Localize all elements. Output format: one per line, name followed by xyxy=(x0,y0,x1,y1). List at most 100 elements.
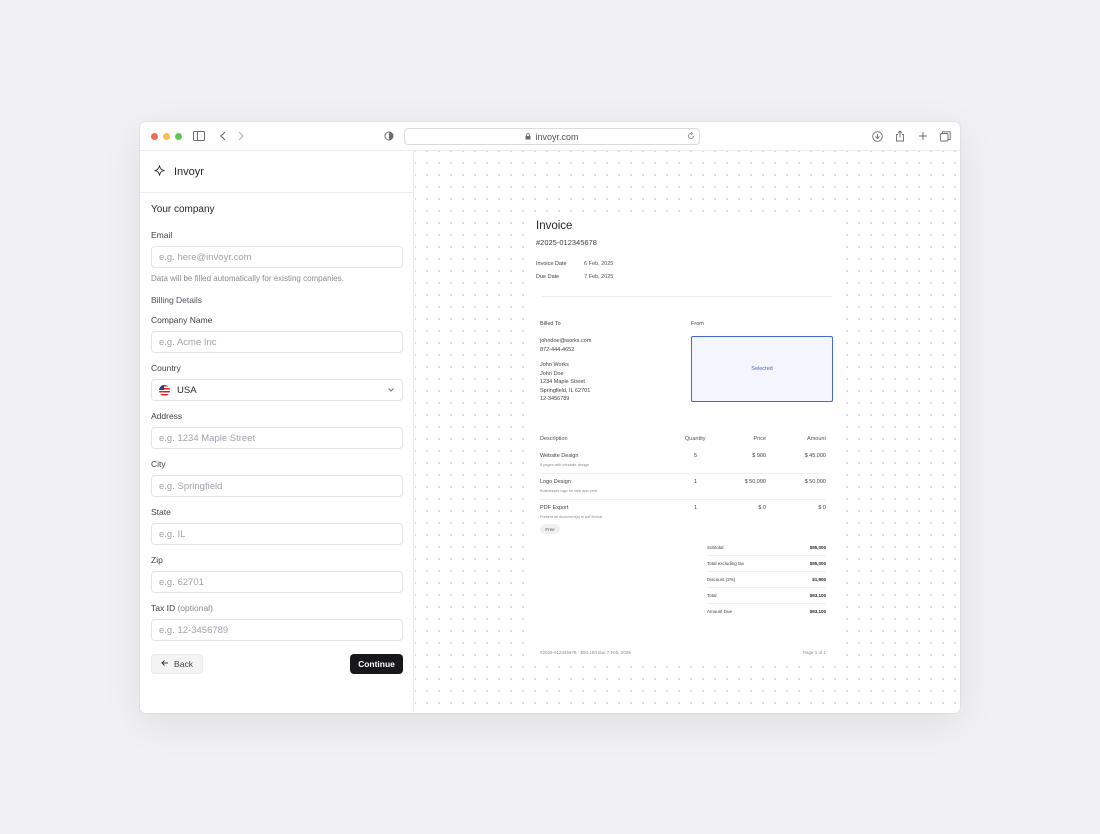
privacy-shield-icon[interactable] xyxy=(384,129,394,143)
browser-window: invoyr.com Invoyr Your company Email e.g… xyxy=(140,122,960,713)
url-text: invoyr.com xyxy=(535,131,579,142)
invoice-number: #2025-012345678 xyxy=(536,238,597,247)
billed-to-tax-id: 12-3456789 xyxy=(540,396,570,402)
item-quantity: 1 xyxy=(694,479,698,485)
billed-to-email: johndoe@works.com xyxy=(540,338,592,344)
city-field[interactable]: e.g. Springfield xyxy=(151,475,403,497)
tab-overview-icon[interactable] xyxy=(940,129,951,143)
item-name: Logo Design xyxy=(540,479,571,485)
maximize-window-button[interactable] xyxy=(175,133,182,140)
billed-to-city: Springfield, IL 62701 xyxy=(540,387,591,394)
continue-button[interactable]: Continue xyxy=(350,654,403,674)
state-label: State xyxy=(151,507,171,517)
item-name: PDF Export xyxy=(540,505,569,511)
item-amount: $ 45,000 xyxy=(804,453,826,459)
browser-toolbar: invoyr.com xyxy=(140,122,960,151)
divider xyxy=(542,296,832,297)
invoice-preview-canvas: Invoice #2025-012345678 Invoice Date 6 F… xyxy=(415,151,960,713)
discount-value: $1,900 xyxy=(812,577,826,582)
col-quantity: Quantity xyxy=(685,436,706,442)
item-price: $ 0 xyxy=(758,505,766,511)
amount-due-value: $93,100 xyxy=(809,609,826,614)
country-select[interactable]: USA xyxy=(151,379,403,401)
zip-label: Zip xyxy=(151,555,163,565)
col-price: Price xyxy=(753,436,766,442)
total-label: Total xyxy=(707,593,717,598)
billed-to-phone: 872-444-4652 xyxy=(540,346,575,353)
item-amount: $ 0 xyxy=(818,505,826,511)
tax-id-label-text: Tax ID xyxy=(151,603,176,613)
billing-details-label: Billing Details xyxy=(151,295,203,305)
tax-id-label: Tax ID (optional) xyxy=(151,603,213,613)
sparkle-logo-icon xyxy=(154,163,165,181)
new-tab-icon[interactable] xyxy=(918,129,928,143)
billed-to-street: 1234 Maple Street xyxy=(540,379,585,385)
amount-due-label: Amount Due xyxy=(707,609,733,614)
company-form: Your company Email e.g. here@invoyr.com … xyxy=(151,201,403,681)
forward-nav-icon[interactable] xyxy=(237,129,245,143)
share-icon[interactable] xyxy=(895,129,905,143)
arrow-left-icon xyxy=(161,659,169,669)
col-description: Description xyxy=(540,436,568,442)
totals-divider xyxy=(707,587,826,588)
item-quantity: 5 xyxy=(694,453,698,459)
download-icon[interactable] xyxy=(872,129,883,143)
discount-label: Discount (2%) xyxy=(707,577,736,582)
total-excl-tax-value: $95,000 xyxy=(809,561,826,566)
total-value: $93,100 xyxy=(809,593,826,598)
optional-tag: (optional) xyxy=(177,603,213,613)
billed-to-label: Billed To xyxy=(540,321,561,327)
brand-header: Invoyr xyxy=(140,151,414,193)
billed-to-company: John Works xyxy=(540,362,569,368)
item-quantity: 1 xyxy=(694,505,698,511)
col-amount: Amount xyxy=(807,436,826,442)
country-value: USA xyxy=(177,384,197,396)
back-button-label: Back xyxy=(174,659,193,669)
due-date-value: 7 Feb, 2025 xyxy=(584,274,614,280)
invoice-date-label: Invoice Date xyxy=(536,261,567,267)
email-field[interactable]: e.g. here@invoyr.com xyxy=(151,246,403,268)
back-button[interactable]: Back xyxy=(151,654,203,674)
item-price: $ 50,000 xyxy=(744,479,766,485)
row-divider xyxy=(540,499,826,500)
subtotal-label: Subtotal xyxy=(707,545,724,550)
brand-name: Invoyr xyxy=(174,165,204,178)
totals-divider xyxy=(707,603,826,604)
free-badge: Free xyxy=(540,524,560,534)
invoice-date-value: 6 Feb, 2025 xyxy=(584,261,614,267)
country-label: Country xyxy=(151,363,181,373)
city-label: City xyxy=(151,459,166,469)
totals-divider xyxy=(707,555,826,556)
sidebar-toggle-icon[interactable] xyxy=(193,129,205,143)
zip-field[interactable]: e.g. 62701 xyxy=(151,571,403,593)
subtotal-value: $95,000 xyxy=(809,545,826,550)
billed-to-name: John Doe xyxy=(540,370,564,377)
minimize-window-button[interactable] xyxy=(163,133,170,140)
lock-icon xyxy=(525,133,531,140)
item-price: $ 900 xyxy=(752,453,766,459)
billed-to-address: John Works John Doe 1234 Maple Street Sp… xyxy=(540,361,590,404)
reload-icon[interactable] xyxy=(687,131,695,142)
close-window-button[interactable] xyxy=(151,133,158,140)
chevron-down-icon xyxy=(387,386,395,397)
billed-to-contact: johndoe@works.com 872-444-4652 xyxy=(540,337,591,354)
item-amount: $ 50,000 xyxy=(804,479,826,485)
tax-id-field[interactable]: e.g. 12-3456789 xyxy=(151,619,403,641)
address-bar[interactable]: invoyr.com xyxy=(404,128,700,145)
total-excl-tax-label: Total excluding tax xyxy=(707,561,745,566)
state-field[interactable]: e.g. IL xyxy=(151,523,403,545)
back-nav-icon[interactable] xyxy=(219,129,227,143)
invoice-page-number: Page 1 of 1 xyxy=(802,650,826,655)
row-divider xyxy=(540,473,826,474)
invoice-footer-summary: #2025-012345678 · $93,100 due 7 Feb, 202… xyxy=(540,650,631,655)
invoice-document: Invoice #2025-012345678 Invoice Date 6 F… xyxy=(532,213,838,663)
email-label: Email xyxy=(151,230,173,240)
company-name-field[interactable]: e.g. Acme Inc xyxy=(151,331,403,353)
invoice-title: Invoice xyxy=(536,220,573,232)
due-date-label: Due Date xyxy=(536,274,560,280)
address-field[interactable]: e.g. 1234 Maple Street xyxy=(151,427,403,449)
company-name-label: Company Name xyxy=(151,315,213,325)
form-section-title: Your company xyxy=(151,204,215,215)
from-company-placeholder[interactable]: Selected xyxy=(691,336,833,402)
address-label: Address xyxy=(151,411,183,421)
